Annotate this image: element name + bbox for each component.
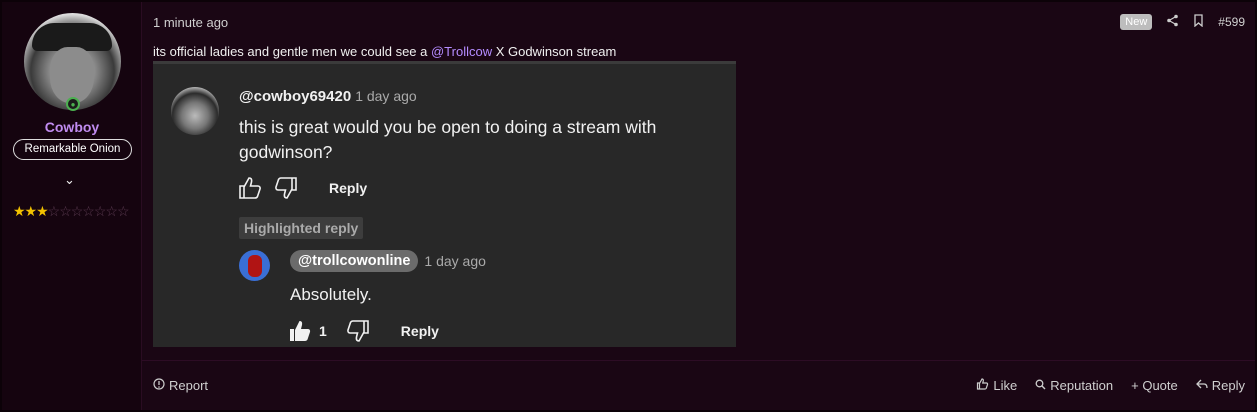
bookmark-icon[interactable] bbox=[1193, 14, 1204, 30]
quote-button[interactable]: + Quote bbox=[1131, 378, 1178, 393]
star-filled-icon: ★★★ bbox=[13, 203, 49, 219]
report-label: Report bbox=[169, 378, 209, 393]
new-badge: New bbox=[1120, 14, 1153, 30]
post-number[interactable]: #599 bbox=[1218, 15, 1245, 29]
reply-text: Absolutely. bbox=[290, 285, 372, 304]
message-text-suffix: X Godwinson stream bbox=[492, 44, 617, 59]
commenter-avatar bbox=[171, 87, 219, 135]
search-icon bbox=[1035, 378, 1046, 393]
post-actions-top: New #599 bbox=[1120, 14, 1245, 30]
like-button[interactable]: Like bbox=[976, 378, 1017, 393]
thumbs-up-icon bbox=[976, 378, 989, 393]
share-icon[interactable] bbox=[1166, 14, 1179, 30]
reply-time: 1 day ago bbox=[424, 253, 486, 269]
reply-actions: 1 Reply bbox=[287, 319, 439, 343]
message-text-prefix: its official ladies and gentle men we co… bbox=[153, 44, 431, 59]
username[interactable]: Cowboy bbox=[2, 119, 142, 135]
thumbs-down-icon bbox=[345, 319, 371, 343]
star-empty-icon: ☆☆☆☆☆☆☆ bbox=[47, 203, 130, 219]
quote-label: + Quote bbox=[1131, 378, 1178, 393]
reputation-label: Reputation bbox=[1050, 378, 1114, 393]
commenter-handle-row: @cowboy69420 1 day ago bbox=[239, 88, 417, 105]
reply-reply-button: Reply bbox=[400, 323, 439, 339]
mention-link[interactable]: @Trollcow bbox=[431, 44, 492, 59]
reputation-button[interactable]: Reputation bbox=[1035, 378, 1113, 393]
like-label: Like bbox=[993, 378, 1018, 393]
user-title-badge: Remarkable Onion bbox=[13, 139, 132, 160]
report-icon bbox=[153, 378, 165, 393]
comment-text: this is great would you be open to doing… bbox=[239, 117, 657, 162]
post-main: 1 minute ago New #599 its official ladie… bbox=[142, 2, 1255, 410]
footer-actions: Like Reputation + Quote Reply bbox=[976, 378, 1245, 393]
reply-arrow-icon bbox=[1195, 378, 1208, 393]
comment-actions: Reply bbox=[237, 176, 367, 200]
forum-post: ● Cowboy Remarkable Onion ⌄ ★★★☆☆☆☆☆☆☆ 1… bbox=[0, 0, 1257, 412]
comment-reply-button: Reply bbox=[329, 180, 368, 196]
commenter-handle: @cowboy69420 bbox=[239, 88, 352, 105]
post-message: its official ladies and gentle men we co… bbox=[153, 44, 616, 59]
thumbs-up-icon bbox=[237, 176, 263, 200]
replier-avatar bbox=[239, 250, 270, 281]
reply-like-count: 1 bbox=[319, 323, 327, 339]
footer-divider bbox=[142, 360, 1255, 361]
post-footer: Report Like Reputation + Quote Reply bbox=[153, 378, 1245, 393]
rating-stars: ★★★☆☆☆☆☆☆☆ bbox=[13, 203, 130, 220]
avatar-face bbox=[50, 47, 94, 103]
report-button[interactable]: Report bbox=[153, 378, 208, 393]
thumbs-down-icon bbox=[273, 176, 299, 200]
chevron-down-icon[interactable]: ⌄ bbox=[64, 172, 75, 188]
highlighted-reply-label: Highlighted reply bbox=[239, 217, 364, 239]
thumbs-up-filled-icon bbox=[287, 319, 313, 343]
reply-label: Reply bbox=[1211, 378, 1245, 393]
replier-handle-row: @trollcowonline 1 day ago bbox=[290, 250, 486, 272]
youtube-comment-embed: @cowboy69420 1 day ago this is great woul… bbox=[153, 61, 736, 347]
online-status-icon: ● bbox=[66, 97, 80, 111]
post-time[interactable]: 1 minute ago bbox=[153, 15, 228, 30]
reply-button[interactable]: Reply bbox=[1195, 378, 1245, 393]
avatar[interactable] bbox=[24, 13, 121, 110]
user-sidebar: ● Cowboy Remarkable Onion ⌄ ★★★☆☆☆☆☆☆☆ bbox=[2, 2, 142, 410]
replier-handle: @trollcowonline bbox=[290, 250, 419, 272]
comment-time: 1 day ago bbox=[355, 88, 417, 104]
